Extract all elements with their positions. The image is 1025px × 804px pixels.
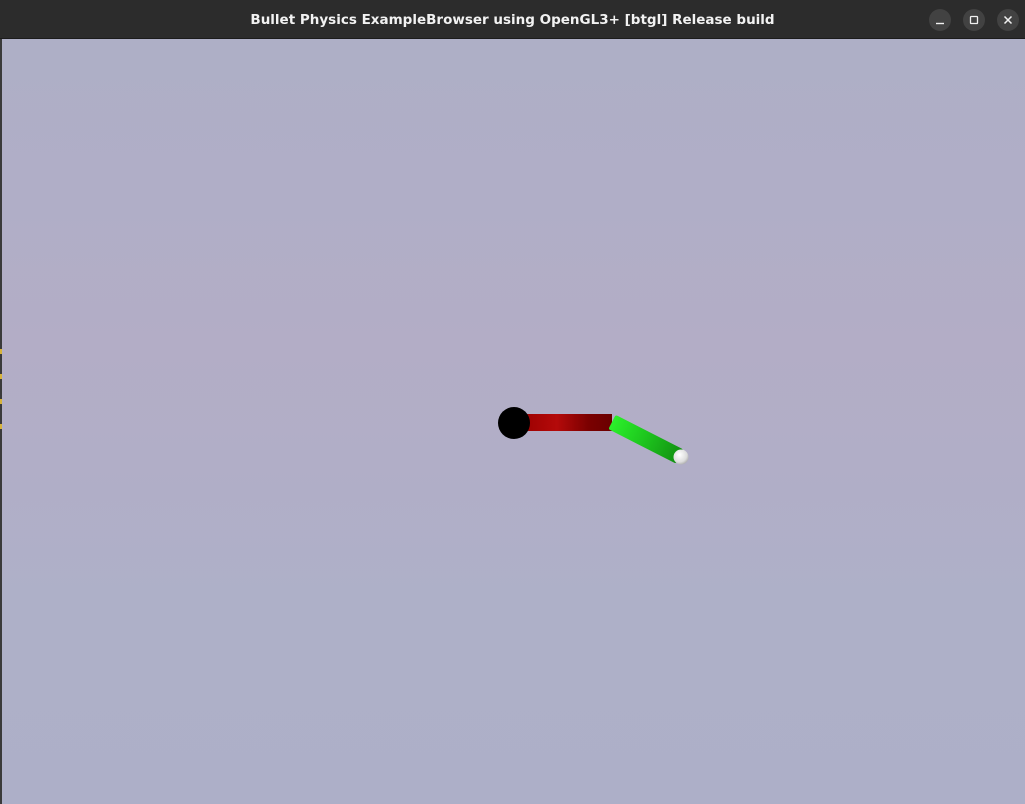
pendulum-link-2 [609,415,683,463]
pendulum-scene [498,407,689,465]
pivot-sphere [498,407,530,439]
pendulum-link-1 [520,414,612,431]
app-window: Bullet Physics ExampleBrowser using Open… [0,0,1025,804]
end-effector-sphere [673,449,689,465]
